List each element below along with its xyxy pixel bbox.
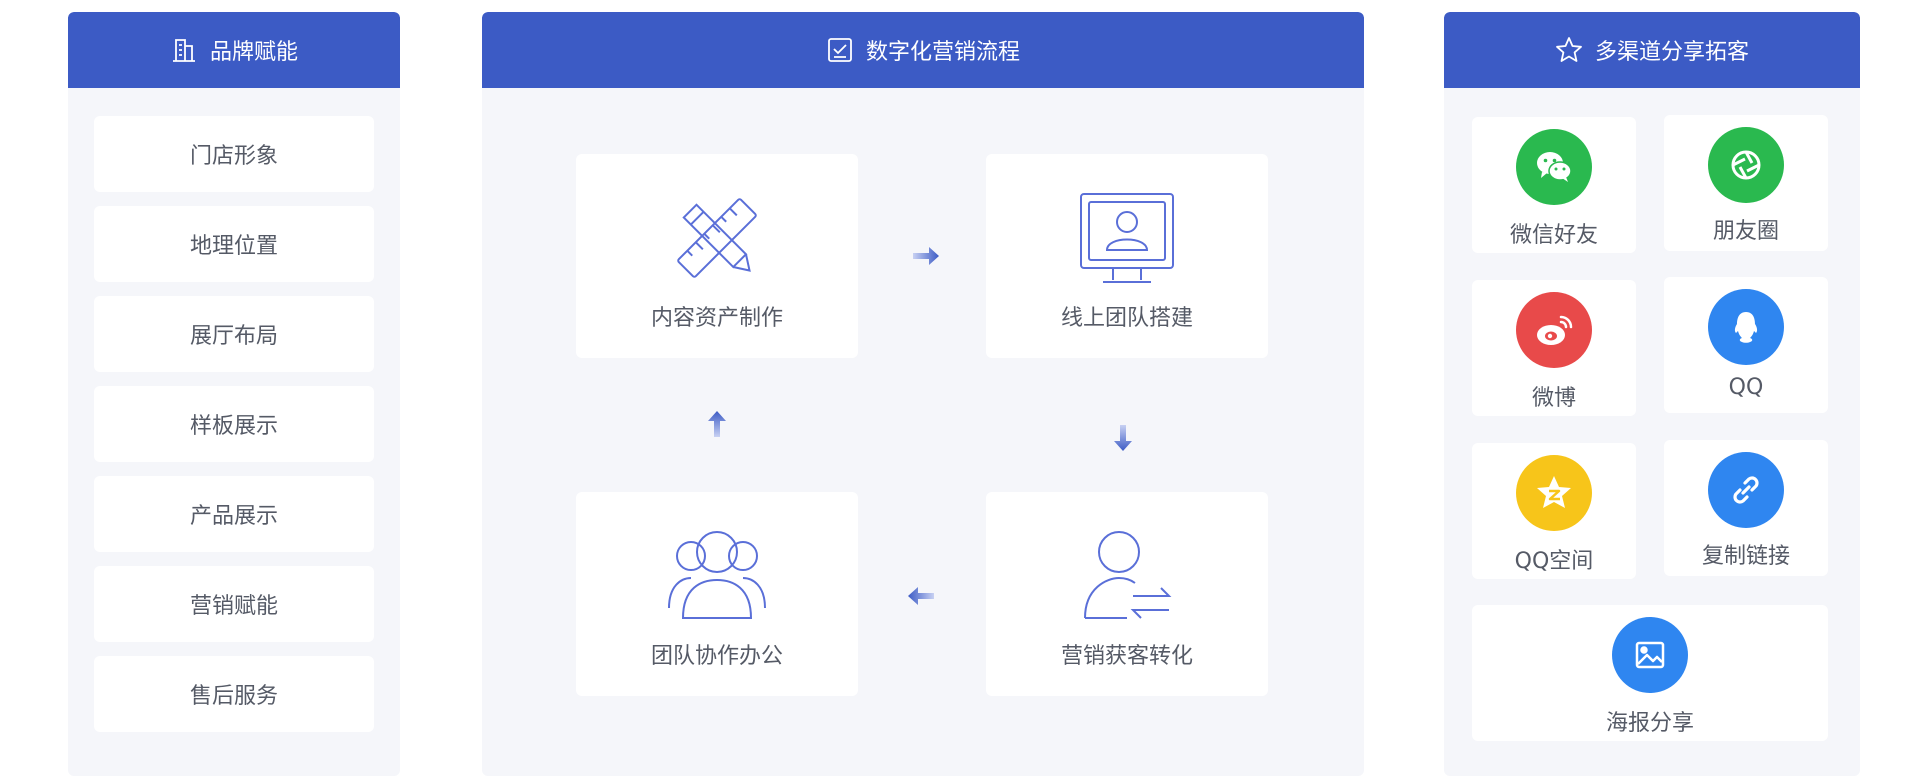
wechat-icon — [1537, 152, 1572, 182]
brand-item[interactable]: 产品展示 — [94, 476, 374, 552]
brand-item[interactable]: 地理位置 — [94, 206, 374, 282]
brand-item-label: 产品展示 — [189, 504, 278, 529]
share-label: 复制链接 — [1701, 544, 1790, 569]
share-label: 微博 — [1531, 386, 1576, 411]
star-icon — [1556, 37, 1582, 62]
weibo-icon — [1537, 315, 1573, 345]
arrow-up-icon — [708, 411, 726, 437]
share-moments-button[interactable]: 朋友圈 — [1664, 115, 1828, 251]
share-label: 朋友圈 — [1712, 219, 1779, 244]
weibo-icon-circle — [1516, 292, 1592, 368]
brand-item-label: 门店形象 — [189, 144, 278, 169]
brand-panel-title: 品牌赋能 — [209, 40, 298, 65]
share-qq-button[interactable]: QQ — [1664, 277, 1828, 413]
share-qzone-button[interactable]: QQ空间 — [1472, 443, 1636, 579]
wechat-icon-circle — [1516, 129, 1592, 205]
qq-icon-circle — [1708, 289, 1784, 365]
step-label: 团队协作办公 — [650, 644, 783, 669]
share-label: 微信好友 — [1509, 223, 1598, 248]
brand-item-label: 售后服务 — [189, 684, 278, 709]
share-weibo-button[interactable]: 微博 — [1472, 280, 1636, 416]
step-card-conversion[interactable]: 营销获客转化 — [986, 492, 1268, 696]
step-label: 内容资产制作 — [650, 306, 783, 331]
share-label: QQ空间 — [1514, 549, 1594, 574]
monitor-user-icon — [1080, 193, 1174, 283]
poster-icon-circle — [1612, 617, 1688, 693]
poster-icon — [1635, 641, 1665, 669]
marketing-flow-panel: 数字化营销流程 内容资产制作 线上团队搭建 营销获客转化 团队协作办公 — [482, 12, 1364, 776]
marketing-flow-title: 数字化营销流程 — [865, 40, 1020, 65]
marketing-flow-header: 数字化营销流程 — [482, 12, 1364, 88]
brand-item[interactable]: 样板展示 — [94, 386, 374, 462]
building-icon — [172, 39, 195, 62]
brand-item-label: 营销赋能 — [189, 594, 278, 619]
brand-panel: 品牌赋能 门店形象 地理位置 展厅布局 样板展示 产品展示 营销赋能 售后服务 — [68, 12, 400, 776]
share-wechat-button[interactable]: 微信好友 — [1472, 117, 1636, 253]
brand-item-label: 地理位置 — [189, 234, 278, 259]
brand-item[interactable]: 展厅布局 — [94, 296, 374, 372]
step-label: 营销获客转化 — [1060, 644, 1193, 669]
share-panel: 多渠道分享拓客 微信好友 朋友圈 微博 QQ QQ空间 复制链接 海报分享 — [1444, 12, 1860, 776]
qq-icon — [1734, 312, 1758, 343]
step-card-content[interactable]: 内容资产制作 — [576, 154, 858, 358]
share-panel-title: 多渠道分享拓客 — [1594, 40, 1749, 65]
step-card-collaboration[interactable]: 团队协作办公 — [576, 492, 858, 696]
qzone-icon-circle — [1516, 455, 1592, 531]
moments-icon-circle — [1708, 127, 1784, 203]
share-panel-header: 多渠道分享拓客 — [1444, 12, 1860, 88]
share-copy-link-button[interactable]: 复制链接 — [1664, 440, 1828, 576]
qzone-icon — [1537, 476, 1571, 508]
arrow-right-icon — [913, 247, 939, 265]
link-icon — [1733, 476, 1759, 504]
arrow-left-icon — [908, 587, 934, 605]
brand-item[interactable]: 售后服务 — [94, 656, 374, 732]
team-icon — [668, 531, 766, 619]
step-label: 线上团队搭建 — [1060, 306, 1193, 331]
moments-icon — [1731, 150, 1761, 180]
arrow-down-icon — [1114, 425, 1132, 451]
step-card-team-build[interactable]: 线上团队搭建 — [986, 154, 1268, 358]
brand-item[interactable]: 营销赋能 — [94, 566, 374, 642]
brand-item[interactable]: 门店形象 — [94, 116, 374, 192]
user-exchange-icon — [1084, 531, 1172, 619]
brand-panel-header: 品牌赋能 — [68, 12, 400, 88]
share-label: 海报分享 — [1605, 711, 1694, 736]
brand-item-label: 展厅布局 — [189, 324, 278, 349]
brand-item-label: 样板展示 — [189, 414, 278, 439]
checkbox-icon — [828, 38, 852, 62]
ruler-pencil-icon — [677, 198, 757, 278]
link-icon-circle — [1708, 452, 1784, 528]
share-poster-button[interactable]: 海报分享 — [1472, 605, 1828, 741]
share-label: QQ — [1728, 375, 1764, 400]
